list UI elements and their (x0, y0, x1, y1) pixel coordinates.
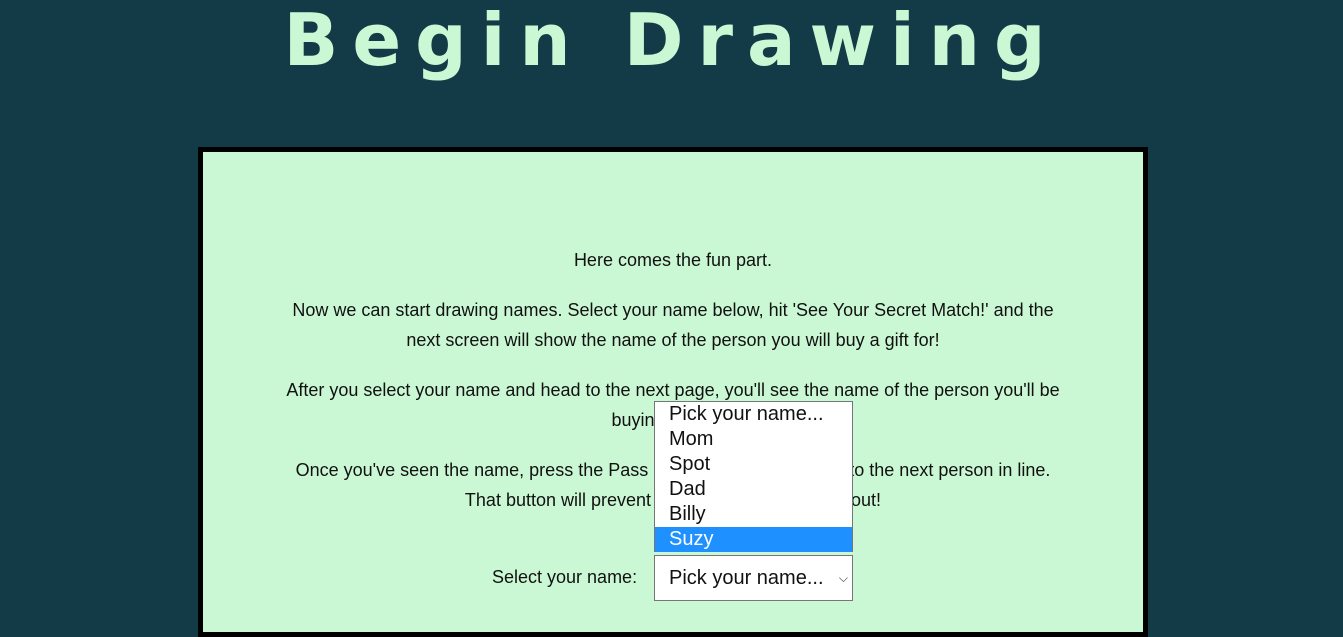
content-card: Here comes the fun part. Now we can star… (198, 147, 1148, 637)
page-title: Begin Drawing (283, 0, 1060, 82)
pass-text-start: Once you've seen the name, press the Pas… (295, 460, 674, 480)
intro-paragraph: Here comes the fun part. (573, 250, 773, 270)
name-select-row: Select your name: Pick your name... ⌵ (203, 555, 1143, 603)
name-dropdown-list[interactable]: Pick your name... Mom Spot Dad Billy Suz… (654, 401, 853, 552)
prevent-text-end: out! (851, 490, 882, 510)
dropdown-option[interactable]: Billy (655, 502, 852, 527)
name-select-value: Pick your name... (669, 567, 824, 589)
pass-text-end: to the next person in line. (849, 460, 1051, 480)
select-name-label: Select your name: (492, 567, 638, 587)
chevron-down-icon: ⌵ (838, 571, 848, 585)
dropdown-option[interactable]: Pick your name... (655, 402, 852, 427)
instructions-paragraph: Now we can start drawing names. Select y… (292, 300, 1054, 350)
dropdown-option[interactable]: Mom (655, 427, 852, 452)
dropdown-option[interactable]: Spot (655, 452, 852, 477)
prevent-text-start: That button will prevent (464, 490, 652, 510)
dropdown-option-highlighted[interactable]: Suzy (655, 527, 852, 552)
dropdown-option[interactable]: Dad (655, 477, 852, 502)
name-select[interactable]: Pick your name... ⌵ (654, 555, 853, 601)
